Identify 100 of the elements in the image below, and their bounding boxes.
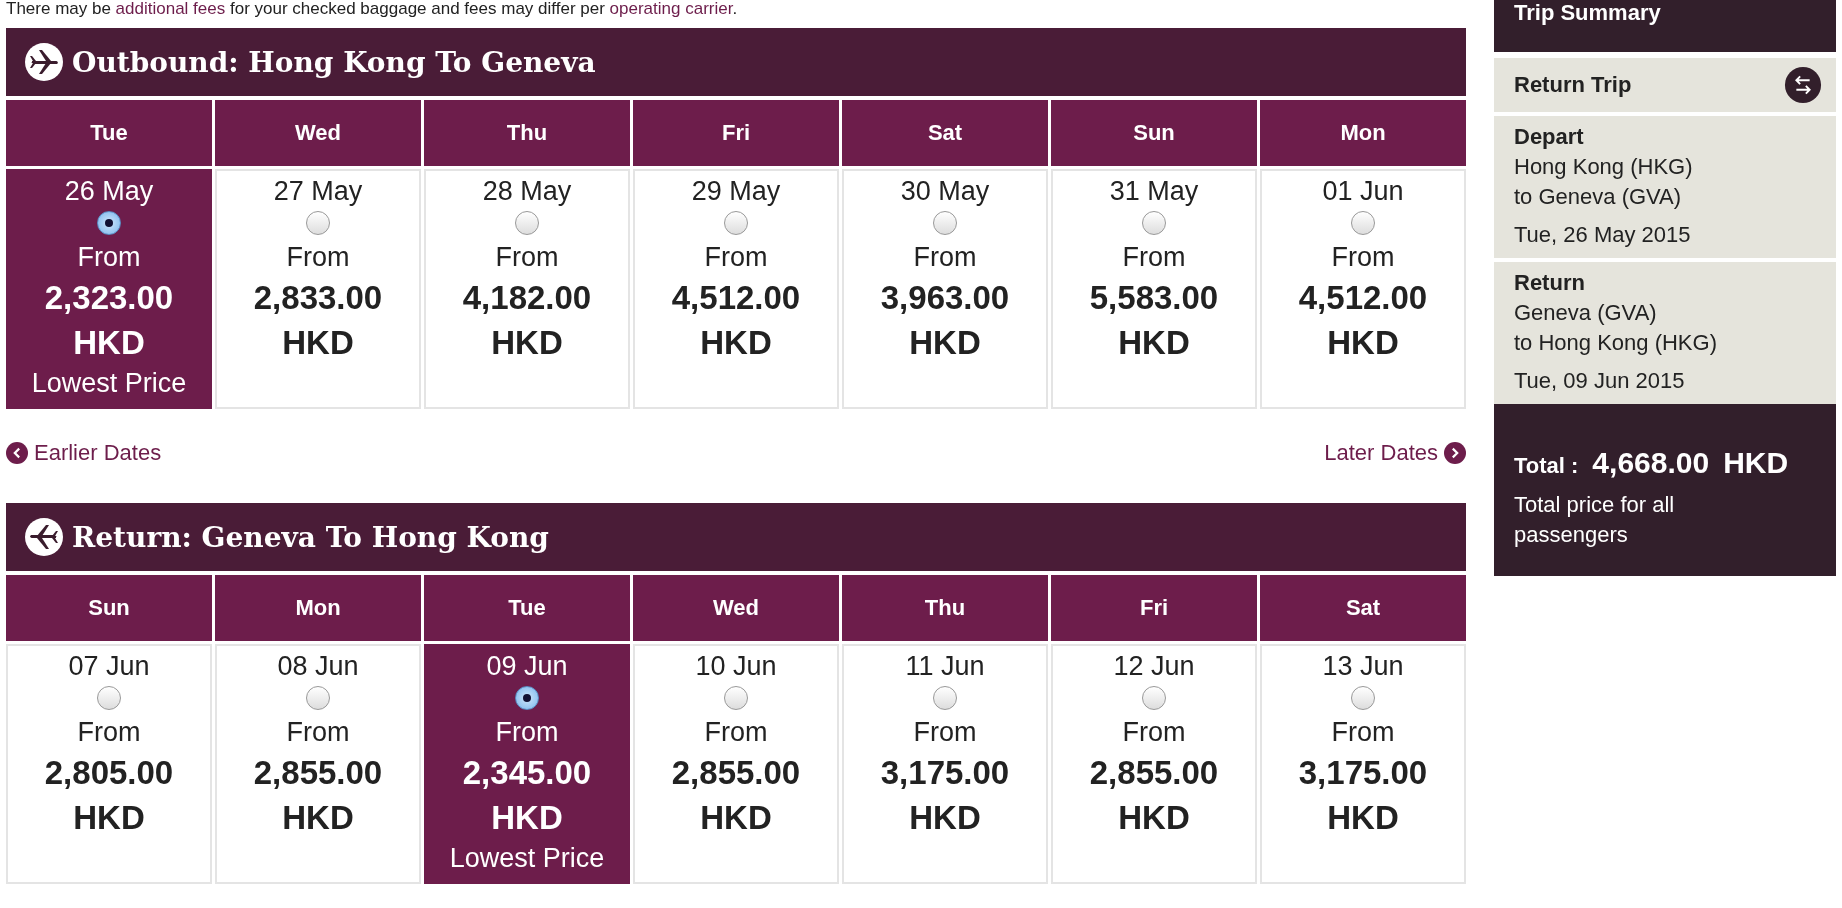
weekday-header: Sun [6,575,212,641]
fare-cell[interactable]: 13 Jun From 3,175.00 HKD [1260,644,1466,884]
leg-destination: to Hong Kong (HKG) [1514,329,1718,357]
fare-cell[interactable]: 09 Jun From 2,345.00 HKD Lowest Price [424,644,630,884]
fare-cell[interactable]: 28 May From 4,182.00 HKD [424,169,630,409]
leg-date: Tue, 09 Jun 2015 [1514,367,1686,395]
from-label: From [495,241,559,274]
airplane-icon [24,517,64,557]
radio-button[interactable] [97,686,121,710]
currency-label: HKD [491,323,563,363]
weekday-header: Thu [424,100,630,166]
fare-price: 5,583.00 [1089,278,1219,318]
fare-cell[interactable]: 30 May From 3,963.00 HKD [842,169,1048,409]
fare-price: 2,855.00 [1089,753,1219,793]
date-label: 31 May [1109,175,1199,208]
fare-price: 4,182.00 [462,278,592,318]
notice-link[interactable]: operating carrier [609,0,733,18]
leg-origin: Hong Kong (HKG) [1514,153,1694,181]
total-note: Total price for all passengers [1514,491,1676,549]
fare-cell[interactable]: 27 May From 2,833.00 HKD [215,169,421,409]
currency-label: HKD [700,798,772,838]
radio-button[interactable] [1351,686,1375,710]
weekday-header: Tue [424,575,630,641]
from-label: From [1122,716,1186,749]
weekday-header: Sat [1260,575,1466,641]
fare-cell[interactable]: 12 Jun From 2,855.00 HKD [1051,644,1257,884]
radio-button[interactable] [724,211,748,235]
date-label: 11 Jun [905,650,985,683]
from-label: From [1331,241,1395,274]
leg-destination: to Geneva (GVA) [1514,183,1683,211]
date-label: 12 Jun [1113,650,1195,683]
fare-cell[interactable]: 11 Jun From 3,175.00 HKD [842,644,1048,884]
date-label: 01 Jun [1322,175,1404,208]
fare-price: 2,805.00 [44,753,174,793]
earlier-dates-link[interactable]: Earlier Dates [6,440,162,466]
fare-cell[interactable]: 01 Jun From 4,512.00 HKD [1260,169,1466,409]
fare-cell[interactable]: 26 May From 2,323.00 HKD Lowest Price [6,169,212,409]
radio-button[interactable] [933,686,957,710]
date-label: 28 May [482,175,572,208]
from-label: From [286,241,350,274]
currency-label: HKD [73,323,145,363]
currency-label: HKD [1327,323,1399,363]
leg-date: Tue, 26 May 2015 [1514,221,1692,249]
currency-label: HKD [1118,323,1190,363]
weekday-header: Tue [6,100,212,166]
currency-label: HKD [909,323,981,363]
currency-label: HKD [73,798,145,838]
date-label: 10 Jun [695,650,777,683]
fare-cell[interactable]: 29 May From 4,512.00 HKD [633,169,839,409]
chevron-left-icon [6,442,28,464]
section-title: Return: Geneva To Hong Kong [72,520,549,554]
weekday-header: Wed [633,575,839,641]
currency-label: HKD [700,323,772,363]
notice-link[interactable]: additional fees [115,0,226,18]
from-label: From [1331,716,1395,749]
currency-label: HKD [1327,798,1399,838]
date-label: 13 Jun [1322,650,1404,683]
radio-button[interactable] [515,211,539,235]
chevron-right-icon [1444,442,1466,464]
date-label: 09 Jun [486,650,568,683]
radio-button[interactable] [97,211,121,235]
from-label: From [913,241,977,274]
currency-label: HKD [1118,798,1190,838]
fare-price: 2,323.00 [44,278,174,318]
fare-cell[interactable]: 31 May From 5,583.00 HKD [1051,169,1257,409]
date-label: 29 May [691,175,781,208]
fare-price: 2,855.00 [253,753,383,793]
later-dates-link[interactable]: Later Dates [1324,440,1466,466]
radio-button[interactable] [1351,211,1375,235]
currency-label: HKD [491,798,563,838]
date-label: 30 May [900,175,990,208]
fare-price: 3,175.00 [1298,753,1428,793]
currency-label: HKD [282,798,354,838]
weekday-header: Sat [842,100,1048,166]
from-label: From [704,241,768,274]
weekday-header: Thu [842,575,1048,641]
weekday-header: Wed [215,100,421,166]
radio-button[interactable] [306,686,330,710]
fare-price: 2,833.00 [253,278,383,318]
fare-cell[interactable]: 10 Jun From 2,855.00 HKD [633,644,839,884]
date-label: 27 May [273,175,363,208]
from-label: From [77,716,141,749]
date-label: 07 Jun [68,650,150,683]
fare-price: 3,963.00 [880,278,1010,318]
leg-label: Depart [1514,123,1585,151]
radio-button[interactable] [1142,211,1166,235]
from-label: From [495,716,559,749]
radio-button[interactable] [1142,686,1166,710]
from-label: From [1122,241,1186,274]
fare-cell[interactable]: 07 Jun From 2,805.00 HKD [6,644,212,884]
from-label: From [77,241,141,274]
currency-label: HKD [909,798,981,838]
radio-button[interactable] [933,211,957,235]
radio-button[interactable] [515,686,539,710]
weekday-header: Fri [633,100,839,166]
fare-price: 2,345.00 [462,753,592,793]
from-label: From [286,716,350,749]
radio-button[interactable] [724,686,748,710]
fare-cell[interactable]: 08 Jun From 2,855.00 HKD [215,644,421,884]
radio-button[interactable] [306,211,330,235]
